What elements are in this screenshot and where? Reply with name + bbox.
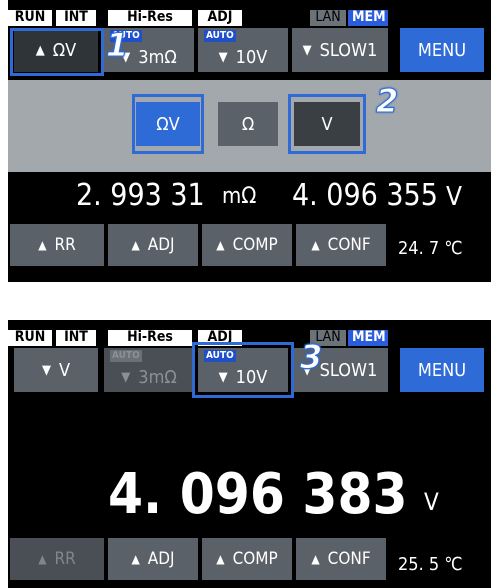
adj-key-label: ADJ [147,235,175,255]
voltage-unit: V [446,182,462,212]
callout-2: 2 [375,82,399,121]
triangle-down-icon: ▼ [41,362,51,378]
conf-key-label: CONF [327,235,371,255]
menu-button-label: MENU [417,359,467,381]
comp-key-label: COMP [232,549,278,569]
auto-badge: AUTO [110,350,142,362]
conf-key[interactable]: ▲ CONF [296,538,386,580]
measurement-mode-panel: ΩV Ω V 2 [8,80,491,172]
comp-key[interactable]: ▲ COMP [202,538,292,580]
adj-key[interactable]: ▲ ADJ [108,538,198,580]
mode-omega-button[interactable]: Ω [218,102,278,146]
bottom-softkeys: ▲ RR ▲ ADJ ▲ COMP ▲ CONF 24. 7 ℃ [8,224,491,268]
triangle-down-icon: ▼ [121,369,131,385]
triangle-down-icon: ▼ [302,42,312,58]
triangle-up-icon: ▲ [38,552,47,566]
lan-indicator: LAN [310,10,346,26]
run-indicator: RUN [8,10,52,26]
resistance-range-label: 3mΩ [138,366,177,388]
int-indicator: INT [56,330,96,346]
comp-key-label: COMP [232,235,278,255]
highlight-mode-key [10,28,104,76]
triangle-up-icon: ▲ [131,238,140,252]
adj-key[interactable]: ▲ ADJ [108,224,198,266]
mode-key[interactable]: ▼ V [14,348,98,392]
speed-key-label: SLOW1 [319,39,378,61]
voltage-range-label: 10V [235,46,268,68]
rr-key-label: RR [54,549,76,569]
temperature-readout: 25. 5 ℃ [398,554,463,575]
temperature-readout: 24. 7 ℃ [398,238,463,259]
status-bar: RUN INT Hi-Res ADJ LAN MEM [8,0,491,26]
resistance-unit: mΩ [222,184,257,209]
triangle-up-icon: ▲ [311,552,320,566]
voltage-reading: 4. 096 355 [292,178,438,213]
mem-indicator: MEM [348,10,388,26]
adj-indicator: ADJ [198,10,242,26]
highlight-volt [288,94,366,154]
menu-button-label: MENU [417,39,467,61]
callout-3: 3 [299,338,323,377]
triangle-down-icon: ▼ [218,49,228,65]
meter-screen-1: RUN INT Hi-Res ADJ LAN MEM ▲ Ω V AUTO ▼ 3… [8,0,491,282]
comp-key[interactable]: ▲ COMP [202,224,292,266]
triangle-up-icon: ▲ [311,238,320,252]
mode-key-label: V [58,359,71,381]
meter-screen-2: RUN INT Hi-Res ADJ LAN MEM ▼ V AUTO ▼ 3m… [8,320,491,588]
voltage-reading: 4. 096 383 [108,462,408,527]
highlight-omega-v [132,94,204,154]
voltage-range-key[interactable]: AUTO ▼ 10V [198,28,288,72]
mem-indicator: MEM [348,330,388,346]
menu-button[interactable]: MENU [400,28,484,72]
resistance-range-label: 3mΩ [138,46,177,68]
hires-indicator: Hi-Res [108,10,192,26]
rr-key[interactable]: ▲ RR [10,224,104,266]
auto-badge: AUTO [204,30,236,42]
speed-key[interactable]: ▼ SLOW1 [292,28,388,72]
speed-key-label: SLOW1 [319,359,378,381]
resistance-range-key[interactable]: AUTO ▼ 3mΩ [104,348,194,392]
hires-indicator: Hi-Res [108,330,192,346]
bottom-softkeys: ▲ RR ▲ ADJ ▲ COMP ▲ CONF 25. 5 ℃ [8,538,491,582]
conf-key-label: CONF [327,549,371,569]
run-indicator: RUN [8,330,52,346]
triangle-up-icon: ▲ [131,552,140,566]
mode-omega-label: Ω [241,113,255,135]
int-indicator: INT [56,10,96,26]
triangle-up-icon: ▲ [216,238,225,252]
menu-button[interactable]: MENU [400,348,484,392]
callout-1: 1 [105,26,129,65]
rr-key-label: RR [54,235,76,255]
voltage-unit: V [424,488,439,516]
resistance-reading: 2. 993 31 [76,178,205,213]
triangle-up-icon: ▲ [38,238,47,252]
conf-key[interactable]: ▲ CONF [296,224,386,266]
triangle-up-icon: ▲ [216,552,225,566]
highlight-voltage-range-key [192,342,294,398]
rr-key[interactable]: ▲ RR [10,538,104,580]
adj-key-label: ADJ [147,549,175,569]
